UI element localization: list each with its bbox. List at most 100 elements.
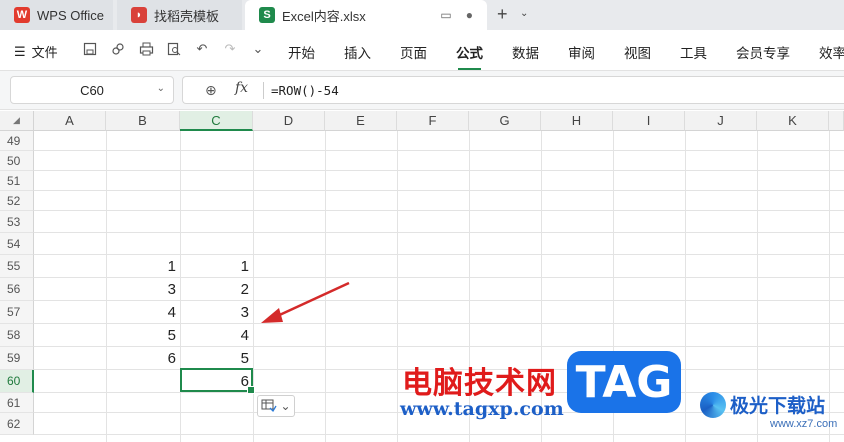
tab-template[interactable]: ◗ 找稻壳模板	[117, 0, 242, 30]
link-icon[interactable]	[110, 40, 126, 58]
tab-tools[interactable]: 工具	[680, 42, 707, 62]
row-header-60[interactable]: 60	[0, 370, 34, 393]
formula-input[interactable]: ⊕ fx =ROW()-54	[182, 76, 844, 104]
tab-dot-icon[interactable]: ●	[466, 8, 473, 22]
row-header-52[interactable]: 52	[0, 191, 34, 211]
formula-text: =ROW()-54	[271, 83, 339, 98]
column-header-f[interactable]: F	[397, 111, 469, 131]
cell-c57[interactable]: 3	[180, 301, 253, 324]
row-header-58[interactable]: 58	[0, 324, 34, 347]
watermark-site: 极光下载站	[730, 396, 826, 417]
fx-icon[interactable]: fx	[235, 80, 248, 96]
chevron-down-icon[interactable]: ⌄	[157, 83, 165, 94]
column-header-partial[interactable]	[829, 111, 844, 131]
column-header-i[interactable]: I	[613, 111, 685, 131]
cell-c58[interactable]: 4	[180, 324, 253, 347]
active-cell-selection[interactable]	[180, 368, 255, 394]
column-header-c[interactable]: C	[180, 111, 253, 131]
cell-b56[interactable]: 3	[106, 278, 180, 301]
tab-efficiency[interactable]: 效率	[819, 42, 844, 62]
column-header-k[interactable]: K	[757, 111, 829, 131]
tab-excel-file[interactable]: S Excel内容.xlsx ▭ ●	[245, 0, 487, 30]
tab-bar: W WPS Office ◗ 找稻壳模板 S Excel内容.xlsx ▭ ● …	[0, 0, 844, 30]
column-header-d[interactable]: D	[253, 111, 325, 131]
undo-icon[interactable]: ↶	[194, 40, 210, 58]
tab-insert[interactable]: 插入	[344, 42, 371, 62]
grid-line	[34, 170, 844, 171]
formula-bar: C60 ⌄ ⊕ fx =ROW()-54	[0, 70, 844, 110]
cell-b55[interactable]: 1	[106, 255, 180, 278]
cell-b57[interactable]: 4	[106, 301, 180, 324]
save-icon[interactable]	[82, 40, 98, 58]
name-box-value: C60	[80, 82, 104, 98]
ribbon-tabs: 开始 插入 页面 公式 数据 审阅 视图 工具 会员专享 效率	[288, 42, 844, 70]
tab-member[interactable]: 会员专享	[736, 42, 790, 62]
annotation-arrow-icon	[261, 281, 350, 323]
chevron-down-icon[interactable]: ⌄	[520, 8, 528, 19]
tab-data[interactable]: 数据	[512, 42, 539, 62]
watermark-site-url: www.xz7.com	[770, 418, 838, 430]
cell-c59[interactable]: 5	[180, 347, 253, 370]
print-preview-icon[interactable]	[166, 40, 182, 58]
watermark-tag-logo: TAG	[567, 351, 681, 413]
row-header-51[interactable]: 51	[0, 171, 34, 191]
tab-view[interactable]: 视图	[624, 42, 651, 62]
hamburger-icon: ☰	[14, 43, 26, 59]
row-header-62[interactable]: 62	[0, 413, 34, 435]
cell-b58[interactable]: 5	[106, 324, 180, 347]
divider	[263, 82, 264, 99]
zoom-icon[interactable]: ⊕	[205, 82, 217, 99]
grid-line	[253, 131, 254, 442]
row-header-50[interactable]: 50	[0, 151, 34, 171]
row-header-56[interactable]: 56	[0, 278, 34, 301]
cell-c55[interactable]: 1	[180, 255, 253, 278]
watermark-text: 电脑技术网	[402, 366, 557, 401]
grid-line	[34, 232, 844, 233]
window-mode-icon[interactable]: ▭	[440, 8, 451, 22]
chevron-down-icon[interactable]: ⌄	[250, 40, 266, 58]
grid-line	[685, 131, 686, 442]
column-header-h[interactable]: H	[541, 111, 613, 131]
autofill-options-button[interactable]: ⌄	[257, 395, 295, 417]
quick-toolbar: ↶ ↷ ⌄	[82, 40, 266, 58]
tab-page[interactable]: 页面	[400, 42, 427, 62]
row-header-57[interactable]: 57	[0, 301, 34, 324]
grid-line	[34, 190, 844, 191]
row-header-49[interactable]: 49	[0, 131, 34, 151]
tab-formula[interactable]: 公式	[456, 42, 483, 70]
print-icon[interactable]	[138, 40, 154, 58]
aurora-logo-icon	[700, 392, 726, 418]
column-header-b[interactable]: B	[106, 111, 180, 131]
chevron-down-icon: ⌄	[280, 399, 291, 413]
file-menu-button[interactable]: ☰ 文件	[14, 42, 58, 61]
select-all-corner[interactable]: ◢	[0, 111, 34, 131]
watermark-url: www.tagxp.com	[400, 398, 564, 420]
cell-b59[interactable]: 6	[106, 347, 180, 370]
row-header-59[interactable]: 59	[0, 347, 34, 370]
grid-line	[34, 150, 844, 151]
grid-line	[34, 210, 844, 211]
autofill-icon	[261, 399, 278, 413]
grid-line	[829, 131, 830, 442]
tab-wps-office[interactable]: W WPS Office	[0, 0, 113, 30]
wps-logo-icon: W	[14, 7, 30, 23]
name-box[interactable]: C60 ⌄	[10, 76, 174, 104]
tab-home[interactable]: 开始	[288, 42, 315, 62]
row-header-53[interactable]: 53	[0, 211, 34, 233]
tab-review[interactable]: 审阅	[568, 42, 595, 62]
row-header-55[interactable]: 55	[0, 255, 34, 278]
column-header-j[interactable]: J	[685, 111, 757, 131]
grid-line	[397, 131, 398, 442]
file-menu-label: 文件	[31, 45, 58, 60]
column-header-e[interactable]: E	[325, 111, 397, 131]
template-icon: ◗	[131, 7, 147, 23]
column-header-g[interactable]: G	[469, 111, 541, 131]
row-header-54[interactable]: 54	[0, 233, 34, 255]
new-tab-button[interactable]: +	[497, 4, 508, 25]
column-header-a[interactable]: A	[34, 111, 106, 131]
tab-label: 找稻壳模板	[154, 8, 220, 24]
cell-c56[interactable]: 2	[180, 278, 253, 301]
spreadsheet-icon: S	[259, 7, 275, 23]
redo-icon[interactable]: ↷	[222, 40, 238, 58]
row-header-61[interactable]: 61	[0, 393, 34, 413]
